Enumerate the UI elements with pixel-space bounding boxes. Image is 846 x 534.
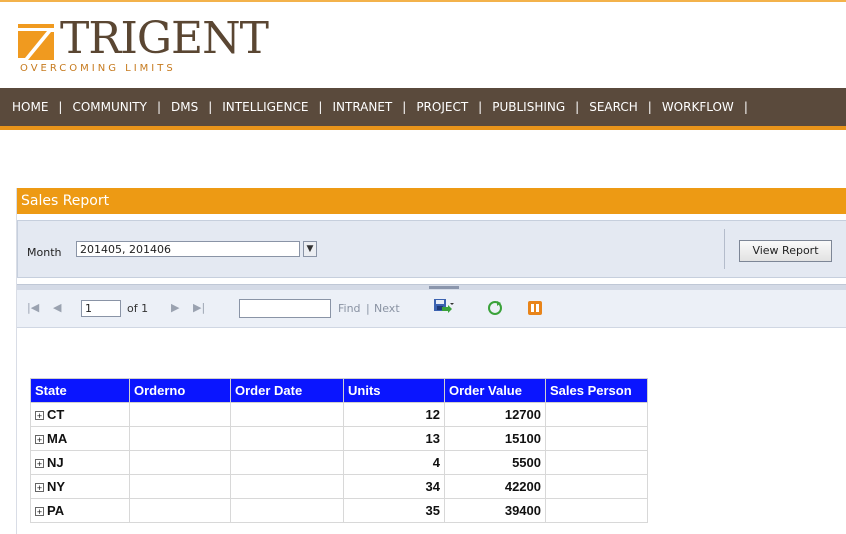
table-row: + CT 12 12700 [30, 402, 648, 427]
nav-separator: | [647, 100, 652, 114]
orderno-cell [129, 426, 231, 451]
order-value-cell: 5500 [444, 450, 546, 475]
document-map-icon[interactable] [527, 300, 543, 316]
column-header-state[interactable]: State [30, 378, 130, 403]
column-header-orderno[interactable]: Orderno [129, 378, 231, 403]
units-cell: 12 [343, 402, 445, 427]
units-cell: 13 [343, 426, 445, 451]
expand-icon[interactable]: + [35, 411, 44, 421]
next-page-icon[interactable]: ▶ [171, 301, 179, 314]
table-row: + PA 35 39400 [30, 498, 648, 523]
order-date-cell [230, 498, 344, 523]
nav-separator: | [58, 100, 63, 114]
last-page-icon[interactable]: ▶| [193, 301, 205, 314]
sales-person-cell [545, 402, 648, 427]
parameter-divider [724, 229, 725, 269]
orderno-cell [129, 474, 231, 499]
nav-search[interactable]: SEARCH [585, 100, 642, 114]
expand-icon[interactable]: + [35, 435, 44, 445]
parameter-bar: Month 201405, 201406 ▼ View Report [17, 220, 846, 278]
nav-intranet[interactable]: INTRANET [328, 100, 396, 114]
next-link[interactable]: Next [374, 302, 400, 315]
month-label: Month [27, 246, 62, 259]
state-cell: + NY [30, 474, 130, 499]
report-title: Sales Report [17, 188, 846, 214]
units-cell: 34 [343, 474, 445, 499]
month-select[interactable]: 201405, 201406 [76, 241, 300, 257]
prev-page-icon[interactable]: ◀ [53, 301, 61, 314]
chevron-down-icon[interactable]: ▼ [303, 241, 317, 257]
nav-publishing[interactable]: PUBLISHING [488, 100, 569, 114]
find-input[interactable] [239, 299, 331, 318]
view-report-button[interactable]: View Report [739, 240, 832, 262]
order-date-cell [230, 426, 344, 451]
nav-workflow[interactable]: WORKFLOW [658, 100, 738, 114]
order-value-cell: 42200 [444, 474, 546, 499]
nav-home[interactable]: HOME [8, 100, 52, 114]
sales-person-cell [545, 450, 648, 475]
orderno-cell [129, 498, 231, 523]
find-link[interactable]: Find [338, 302, 361, 315]
page-number-input[interactable]: 1 [81, 300, 121, 317]
sales-person-cell [545, 498, 648, 523]
order-date-cell [230, 450, 344, 475]
save-export-icon[interactable] [433, 298, 455, 316]
orderno-cell [129, 450, 231, 475]
expand-icon[interactable]: + [35, 459, 44, 469]
nav-separator: | [402, 100, 407, 114]
first-page-icon[interactable]: |◀ [27, 301, 39, 314]
brand-logo[interactable]: TRIGENT OVERCOMING LIMITS [18, 14, 269, 76]
column-header-units[interactable]: Units [343, 378, 445, 403]
table-row: + MA 13 15100 [30, 426, 648, 451]
table-row: + NY 34 42200 [30, 474, 648, 499]
column-header-order-date[interactable]: Order Date [230, 378, 344, 403]
page-count-label: of 1 [127, 302, 149, 315]
table-row: + NJ 4 5500 [30, 450, 648, 475]
nav-separator: | [208, 100, 213, 114]
sales-person-cell [545, 474, 648, 499]
nav-separator: | [575, 100, 580, 114]
state-cell: + MA [30, 426, 130, 451]
order-value-cell: 39400 [444, 498, 546, 523]
nav-community[interactable]: COMMUNITY [68, 100, 151, 114]
brand-tagline: OVERCOMING LIMITS [20, 63, 176, 74]
nav-separator: | [318, 100, 323, 114]
splitter-grip-icon[interactable] [429, 286, 459, 289]
state-cell: + CT [30, 402, 130, 427]
table-header-row: State Orderno Order Date Units Order Val… [30, 378, 648, 403]
find-next-separator: | [366, 302, 370, 315]
main-navigation: HOME | COMMUNITY | DMS | INTELLIGENCE | … [0, 88, 846, 130]
nav-intelligence[interactable]: INTELLIGENCE [218, 100, 312, 114]
trigent-logo-icon [18, 24, 54, 60]
orderno-cell [129, 402, 231, 427]
nav-separator: | [743, 100, 748, 114]
nav-separator: | [156, 100, 161, 114]
state-cell: + NJ [30, 450, 130, 475]
order-date-cell [230, 402, 344, 427]
column-header-sales-person[interactable]: Sales Person [545, 378, 648, 403]
nav-separator: | [478, 100, 483, 114]
top-accent-line [0, 0, 846, 2]
refresh-icon[interactable] [487, 300, 503, 316]
report-toolbar: |◀ ◀ 1 of 1 ▶ ▶| Find | Next [17, 290, 846, 328]
sales-person-cell [545, 426, 648, 451]
report-table: State Orderno Order Date Units Order Val… [30, 378, 648, 523]
units-cell: 35 [343, 498, 445, 523]
nav-dms[interactable]: DMS [167, 100, 202, 114]
order-date-cell [230, 474, 344, 499]
expand-icon[interactable]: + [35, 483, 44, 493]
column-header-order-value[interactable]: Order Value [444, 378, 546, 403]
order-value-cell: 12700 [444, 402, 546, 427]
nav-project[interactable]: PROJECT [412, 100, 472, 114]
brand-name: TRIGENT [60, 13, 269, 64]
order-value-cell: 15100 [444, 426, 546, 451]
units-cell: 4 [343, 450, 445, 475]
state-cell: + PA [30, 498, 130, 523]
expand-icon[interactable]: + [35, 507, 44, 517]
